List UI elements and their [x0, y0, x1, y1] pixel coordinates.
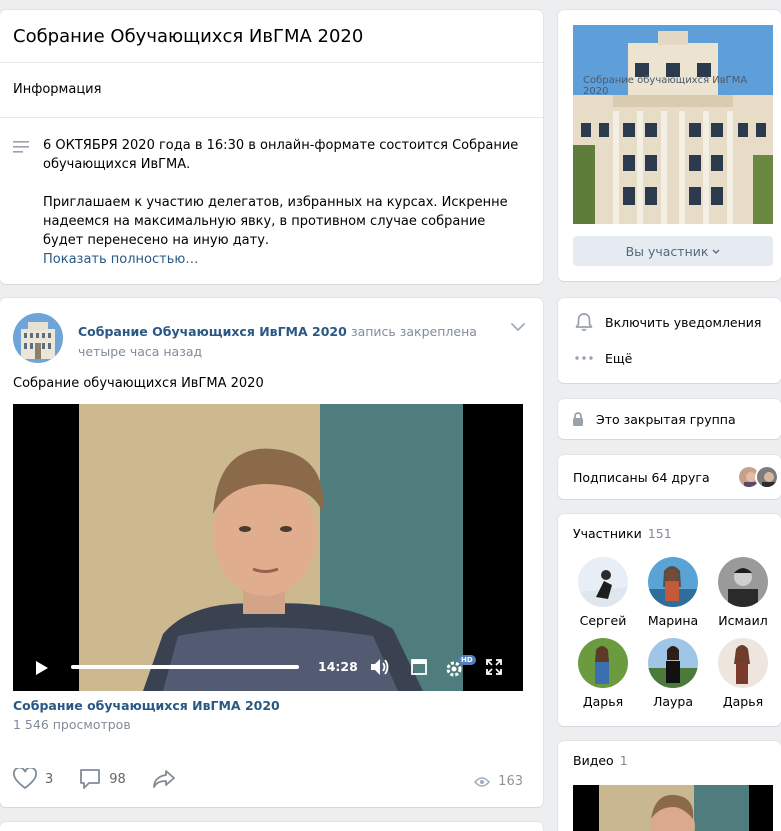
videos-label: Видео: [573, 753, 614, 768]
cover-caption: Собрание обучающихся ИвГМА 2020: [583, 75, 748, 97]
member-item[interactable]: Лаура: [638, 638, 708, 709]
more-dots-icon: [575, 356, 593, 360]
post-text: Собрание обучающихся ИвГМА 2020: [13, 376, 264, 391]
comments-count: 98: [109, 771, 126, 787]
show-more-link[interactable]: Показать полностью…: [43, 250, 523, 269]
post-time[interactable]: четыре часа назад: [78, 342, 477, 361]
member-item[interactable]: Марина: [638, 557, 708, 628]
more-button[interactable]: Ещё: [558, 340, 781, 376]
avatar: [578, 638, 628, 688]
group-cover-image[interactable]: Собрание обучающихся ИвГМА 2020: [573, 25, 773, 224]
share-button[interactable]: [152, 769, 176, 789]
volume-icon[interactable]: [370, 658, 390, 676]
miniplayer-icon[interactable]: [411, 659, 427, 675]
views-count: 163: [498, 774, 523, 789]
avatar: [755, 465, 779, 489]
post-author-link[interactable]: Собрание Обучающихся ИвГМА 2020: [78, 324, 347, 339]
members-card: Участники 151 Сергей Марина Исмаил Дарья …: [558, 514, 781, 726]
video-progress-bar[interactable]: [71, 665, 299, 669]
pinned-post: Собрание Обучающихся ИвГМА 2020 запись з…: [0, 298, 543, 807]
group-description: 6 ОКТЯБРЯ 2020 года в 16:30 в онлайн-фор…: [0, 118, 543, 284]
group-avatar[interactable]: [13, 313, 63, 363]
member-name: Исмаил: [718, 613, 768, 628]
video-views: 1 546 просмотров: [13, 717, 131, 732]
closed-group-label: Это закрытая группа: [596, 411, 736, 427]
notifications-label: Включить уведомления: [605, 314, 762, 330]
avatar: [718, 557, 768, 607]
description-paragraph: 6 ОКТЯБРЯ 2020 года в 16:30 в онлайн-фор…: [43, 138, 519, 172]
enable-notifications-button[interactable]: Включить уведомления: [558, 304, 781, 340]
video-duration: 14:28: [318, 659, 358, 674]
videos-count: 1: [619, 753, 628, 768]
members-grid: Сергей Марина Исмаил Дарья Лаура Дарья: [568, 557, 778, 709]
friends-subscribed-card[interactable]: Подписаны 64 друга: [558, 455, 781, 499]
chevron-down-icon[interactable]: [511, 323, 525, 331]
members-header[interactable]: Участники 151: [573, 526, 672, 541]
eye-icon: [474, 776, 491, 787]
info-section-label: Информация: [13, 82, 102, 97]
video-controls: 14:28 HD: [13, 643, 523, 691]
video-player[interactable]: 14:28 HD: [13, 404, 523, 691]
comment-icon: [80, 769, 101, 789]
member-item[interactable]: Сергей: [568, 557, 638, 628]
group-cover-card: Собрание обучающихся ИвГМА 2020 Вы участ…: [558, 10, 781, 281]
member-item[interactable]: Дарья: [708, 638, 778, 709]
friends-subscribed-label: Подписаны 64 друга: [573, 469, 710, 485]
text-lines-icon: [13, 136, 43, 269]
closed-group-card: Это закрытая группа: [558, 399, 781, 439]
avatar: [718, 638, 768, 688]
lock-icon: [573, 412, 583, 426]
next-post: [0, 822, 543, 831]
comment-button[interactable]: 98: [79, 768, 126, 790]
videos-card: Видео 1: [558, 741, 781, 831]
play-icon[interactable]: [35, 660, 49, 676]
description-paragraph: Приглашаем к участию делегатов, избранны…: [43, 195, 508, 248]
pinned-label: запись закреплена: [350, 324, 477, 339]
video-thumbnail[interactable]: [573, 785, 773, 831]
member-status-label: Вы участник: [625, 243, 709, 259]
member-item[interactable]: Дарья: [568, 638, 638, 709]
member-name: Лаура: [652, 694, 694, 709]
group-info-card: Собрание Обучающихся ИвГМА 2020 Информац…: [0, 10, 543, 284]
settings-gear-icon[interactable]: HD: [445, 655, 476, 679]
post-view-count: 163: [474, 774, 523, 789]
fullscreen-icon[interactable]: [486, 659, 502, 675]
member-item[interactable]: Исмаил: [708, 557, 778, 628]
bell-icon: [575, 313, 593, 332]
group-title: Собрание Обучающихся ИвГМА 2020: [13, 26, 364, 47]
share-icon: [152, 770, 175, 788]
video-progress-fill: [71, 665, 299, 669]
hd-badge: HD: [458, 655, 476, 665]
members-label: Участники: [573, 526, 642, 541]
videos-header[interactable]: Видео 1: [573, 753, 628, 768]
heart-icon: [13, 768, 37, 790]
member-name: Сергей: [579, 613, 627, 628]
avatar: [648, 638, 698, 688]
post-header: Собрание Обучающихся ИвГМА 2020 запись з…: [13, 313, 477, 363]
chevron-down-icon: [712, 249, 720, 254]
member-status-button[interactable]: Вы участник: [573, 236, 773, 266]
member-name: Дарья: [582, 694, 624, 709]
avatar: [648, 557, 698, 607]
likes-count: 3: [45, 771, 54, 787]
avatar: [578, 557, 628, 607]
post-actions: 3 98: [13, 768, 202, 790]
more-label: Ещё: [605, 350, 633, 366]
friends-avatars: [737, 465, 779, 489]
member-name: Дарья: [722, 694, 764, 709]
like-button[interactable]: 3: [13, 768, 53, 790]
group-actions-card: Включить уведомления Ещё: [558, 298, 781, 383]
member-name: Марина: [647, 613, 699, 628]
video-title-link[interactable]: Собрание обучающихся ИвГМА 2020: [13, 698, 280, 713]
members-count: 151: [647, 526, 672, 541]
